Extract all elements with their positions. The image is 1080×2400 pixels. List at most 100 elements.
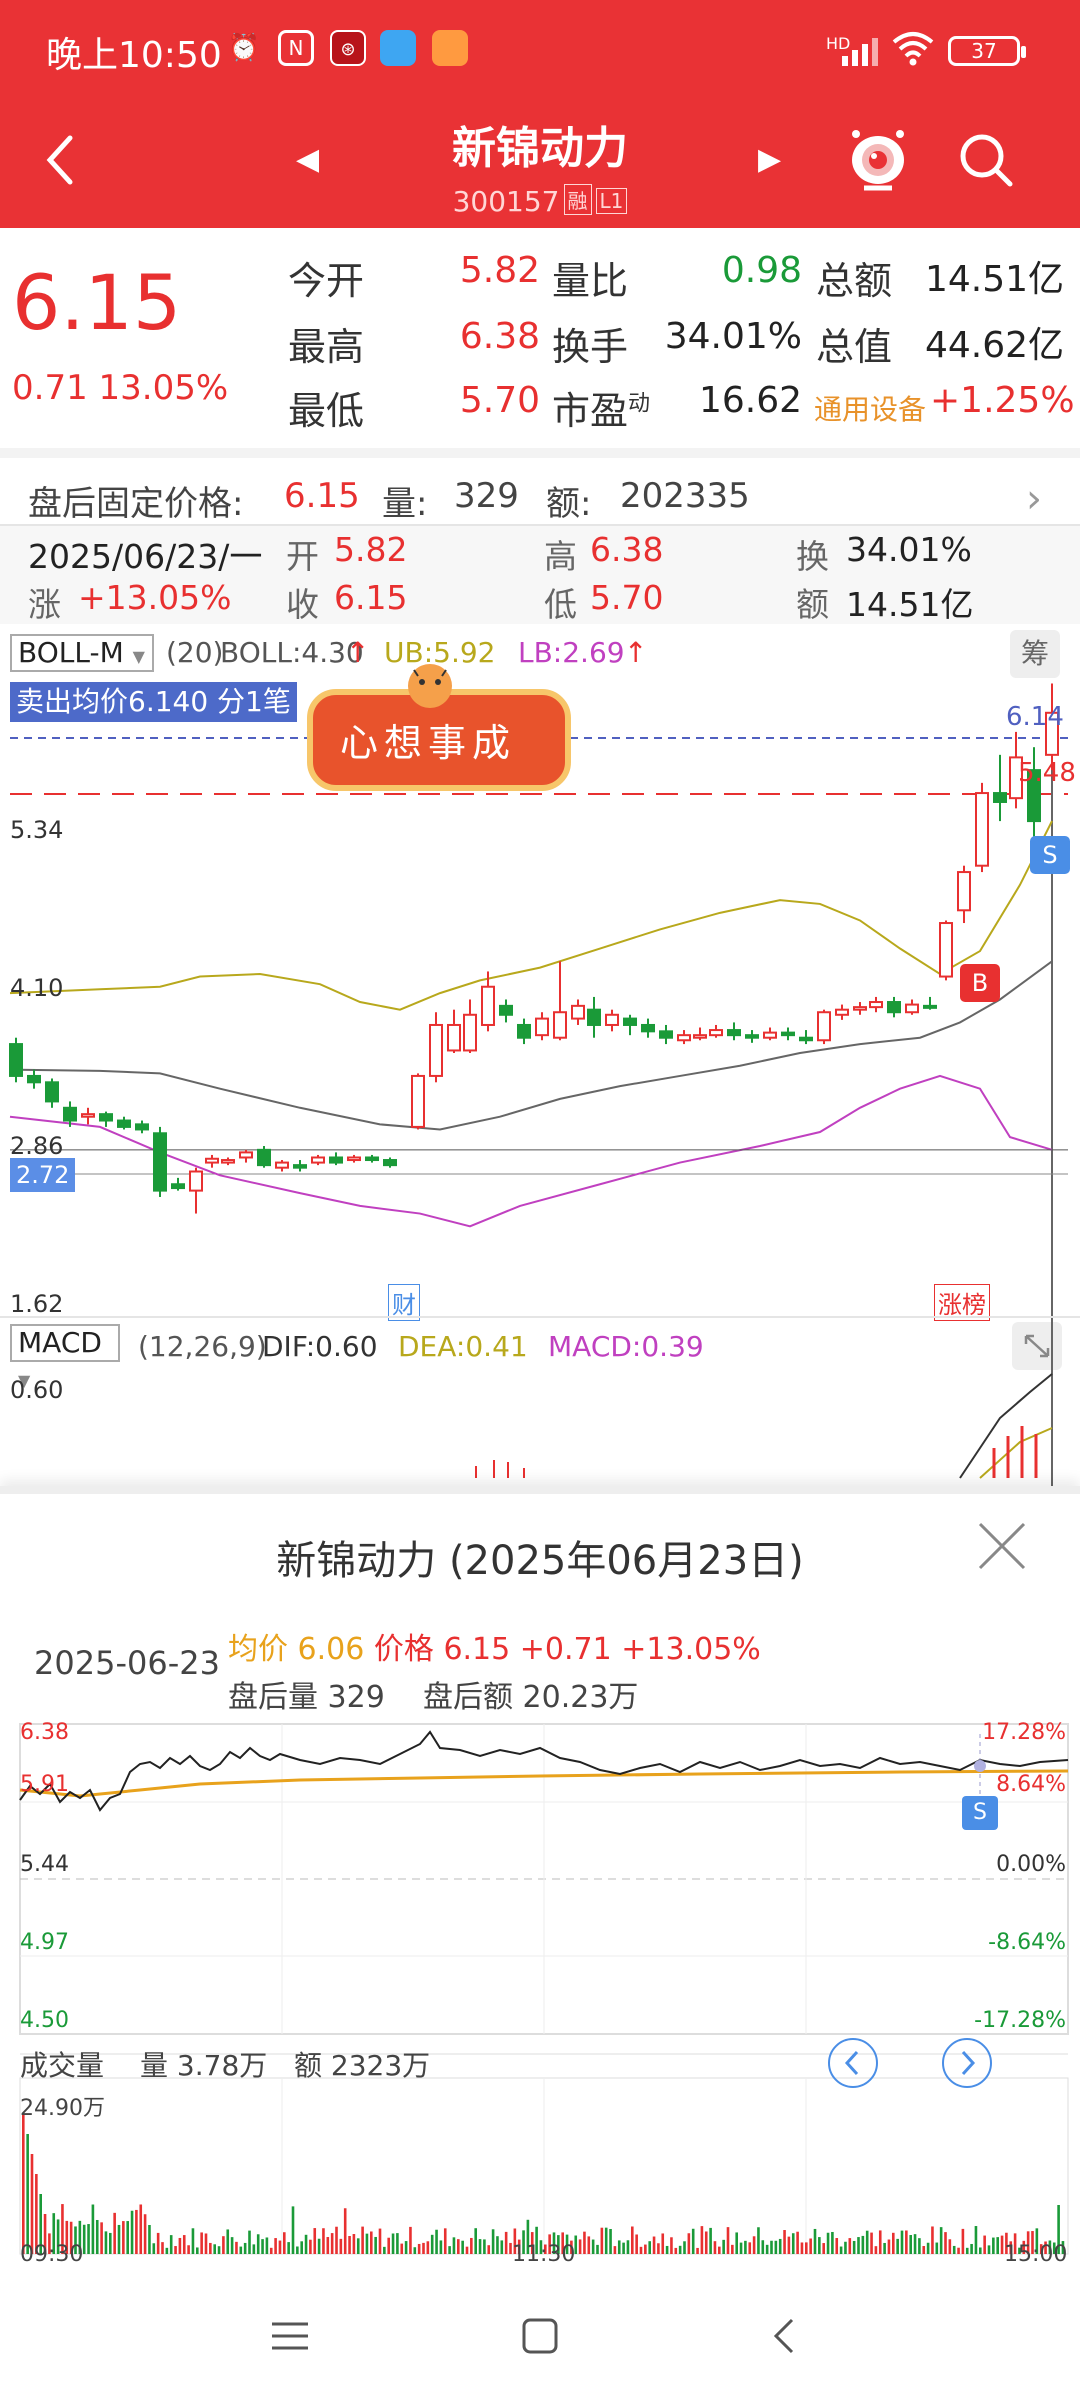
ah-label: 盘后固定价格: [28,484,244,524]
current-price-tag: 2.72 [10,1158,76,1192]
volume-bar [665,2245,669,2254]
candle-body [853,1006,867,1011]
menu-icon[interactable] [260,2306,320,2366]
candle-body [905,1003,919,1014]
volume-bar [987,2245,991,2254]
volume-bar [95,2219,99,2254]
candle-body [957,871,971,912]
volume-bar [1000,2235,1004,2254]
volume-bar [783,2230,786,2254]
open-value: 5.82 [334,530,408,569]
app-icon-blue [380,30,416,66]
volume-bar [235,2241,238,2254]
candle-body [641,1023,655,1033]
volume-bar [335,2226,338,2254]
y-axis-label: 2.86 [10,1132,64,1160]
y-right-label: -8.64% [988,1930,1066,1955]
volume-bar [748,2242,752,2254]
ah-amt-label: 额: [546,484,592,524]
volume-bar [752,2236,756,2254]
candle-body [463,1013,477,1052]
home-icon[interactable] [510,2306,570,2366]
volume-bar [300,2241,303,2254]
volume-bar [913,2234,917,2254]
volume-bar [744,2240,747,2254]
volume-bar [400,2243,404,2254]
volume-bar [822,2243,825,2254]
search-icon[interactable] [956,130,1016,190]
nfc-icon: N [278,30,314,66]
volume-bar [156,2232,160,2254]
volume-bar [979,2247,982,2254]
turn-value: 34.01% [846,530,972,569]
ah-vol-label: 量: [382,484,428,524]
mascot-icon[interactable] [846,124,910,196]
volume-bar [361,2226,364,2254]
amt-label: 额 [796,585,829,624]
volume-bar [905,2230,908,2254]
ah-vol-label: 盘后量 [228,1680,318,1715]
volume-bar [104,2231,108,2254]
volume-bar [91,2204,95,2254]
intraday-chart[interactable] [0,1714,1080,2274]
volume-bar [196,2247,199,2254]
volume-bar [704,2231,708,2254]
volume-bar [826,2232,830,2254]
afterhours-row[interactable]: 盘后固定价格: 6.15 量: 329 额: 202335 › [0,448,1080,524]
volume-bar [413,2247,417,2254]
sell-marker[interactable]: S [1030,836,1070,874]
sticker-text: 心想事成 [340,721,517,765]
volume-bar [130,2210,134,2254]
y-right-label: 0.00% [996,1852,1066,1877]
next-stock-arrow[interactable]: ▶ [758,142,781,177]
volume-bar [448,2246,451,2254]
volume-bar [478,2239,482,2254]
volume-label-text: 量 [140,2049,169,2082]
volume-bar [648,2241,651,2254]
sell-marker[interactable]: S [962,1796,998,1830]
day-info-bar: 2025/06/23/一 开 5.82 高 6.38 换 34.01% 涨 +1… [0,524,1080,624]
amount-label-text: 额 [293,2049,322,2082]
candle-body [869,1001,883,1009]
volume-bar [213,2244,216,2254]
candle-body [553,1011,567,1039]
x-axis-label: 15:00 [1004,2242,1068,2267]
candle-body [781,1031,795,1037]
prev-day-button[interactable] [826,2036,880,2090]
sector-label[interactable]: 通用设备 [814,388,926,428]
intraday-popup: 新锦动力 (2025年06月23日) 2025-06-23 均价 6.06 价格… [0,1486,1080,2267]
volume-bar [818,2237,821,2254]
volume-bar [926,2242,930,2254]
open-label: 开 [286,537,319,576]
turnover-label: 换手 [552,325,629,369]
back-nav-icon[interactable] [756,2306,816,2366]
volume-bar [200,2232,203,2254]
volume-bar [87,2224,90,2254]
volume-bar [404,2241,408,2254]
candle-body [221,1159,235,1164]
volume-bar [465,2246,469,2254]
close-icon[interactable] [974,1518,1030,1574]
y-axis-label: 1.62 [10,1290,64,1318]
next-day-button[interactable] [940,2036,994,2090]
volume-bar [652,2236,656,2254]
stock-title: 新锦动力 [452,123,628,174]
volume-bar [813,2228,817,2254]
kline-chart-panel[interactable]: BOLL-M ▼ (20) BOLL:4.30 ↑ UB:5.92 LB:2.6… [0,626,1080,1321]
volume-bar [857,2237,860,2254]
buy-marker[interactable]: B [960,964,1000,1002]
volume-bar [239,2246,243,2254]
macd-panel[interactable]: MACD ▼ (12,26,9) DIF:0.60 DEA:0.41 MACD:… [0,1316,1080,1488]
volume-bar [831,2231,834,2254]
volume-bar [483,2239,486,2254]
signal-icon [842,38,878,66]
volume-bar [974,2226,978,2254]
volume-bar [339,2238,343,2254]
volume-bar [391,2233,395,2254]
volume-bar [965,2247,969,2254]
price-value: 6.15 [443,1632,511,1667]
turn-label: 换 [796,537,829,576]
volume-bar [274,2238,277,2254]
amount-value: 2323万 [330,2049,431,2082]
candle-body [677,1034,691,1042]
